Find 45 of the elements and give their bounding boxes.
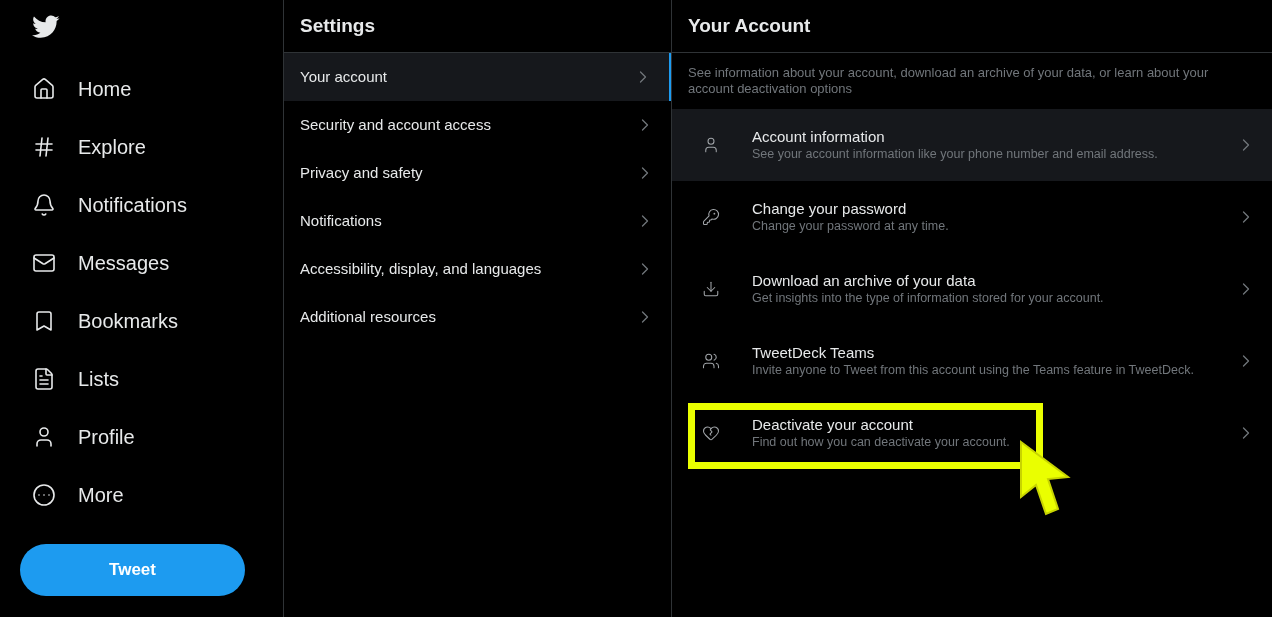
people-icon (702, 352, 720, 370)
nav-item[interactable]: Bookmarks (20, 292, 195, 350)
more-icon (32, 483, 56, 507)
download-icon (702, 280, 720, 298)
nav-item[interactable]: Notifications (20, 176, 203, 234)
account-option[interactable]: TweetDeck Teams Invite anyone to Tweet from this account using the Teams feature in TweetDeck. (672, 325, 1272, 397)
panel-title: Settings (300, 13, 375, 38)
envelope-icon (32, 251, 56, 275)
option-title: TweetDeck Teams (752, 343, 876, 362)
option-subtitle: Invite anyone to Tweet from this account using the Teams feature in TweetDeck. (752, 361, 1195, 379)
option-subtitle: See your account information like your phone number and email address. (752, 145, 1159, 163)
settings-item[interactable]: Security and account access (284, 101, 671, 149)
nav-item[interactable]: Home (20, 60, 148, 118)
hashtag-icon (32, 135, 56, 159)
settings-item[interactable]: Accessibility, display, and languages (284, 245, 671, 293)
account-option[interactable]: Deactivate your account Find out how you can deactivate your account. (672, 397, 1272, 469)
option-subtitle: Find out how you can deactivate your account. (752, 433, 1011, 451)
option-title: Change your password (752, 199, 908, 218)
option-subtitle: Change your password at any time. (752, 217, 950, 235)
bird-logo-icon[interactable] (32, 15, 60, 39)
cursor-arrow-icon (1018, 439, 1072, 517)
key-icon (702, 208, 720, 226)
account-option[interactable]: Account information See your account information like your phone number and email address. (672, 109, 1272, 181)
option-subtitle: Get insights into the type of information stored for your account. (752, 289, 1105, 307)
panel-description: See information about your account, download an archive of your data, or learn about your account deactivation options (687, 64, 1210, 98)
account-option[interactable]: Download an archive of your data Get insights into the type of information stored for your account. (672, 253, 1272, 325)
settings-item[interactable]: Notifications (284, 197, 671, 245)
broken-heart-icon (702, 424, 720, 442)
settings-item[interactable]: Additional resources (284, 293, 671, 341)
settings-item[interactable]: Your account (284, 53, 671, 101)
account-option[interactable]: Change your password Change your password at any time. (672, 181, 1272, 253)
list-icon (32, 367, 56, 391)
person-icon (702, 136, 720, 154)
nav-item[interactable]: Messages (20, 234, 186, 292)
nav-item[interactable]: Profile (20, 408, 151, 466)
nav-item[interactable]: Lists (20, 350, 136, 408)
nav-item[interactable]: Explore (20, 118, 162, 176)
option-title: Deactivate your account (752, 415, 914, 434)
home-icon (32, 77, 56, 101)
option-title: Download an archive of your data (752, 271, 977, 290)
bell-icon (32, 193, 56, 217)
nav-item[interactable]: More (20, 466, 140, 524)
settings-item[interactable]: Privacy and safety (284, 149, 671, 197)
panel-title: Your Account (688, 13, 811, 38)
option-title: Account information (752, 127, 886, 146)
